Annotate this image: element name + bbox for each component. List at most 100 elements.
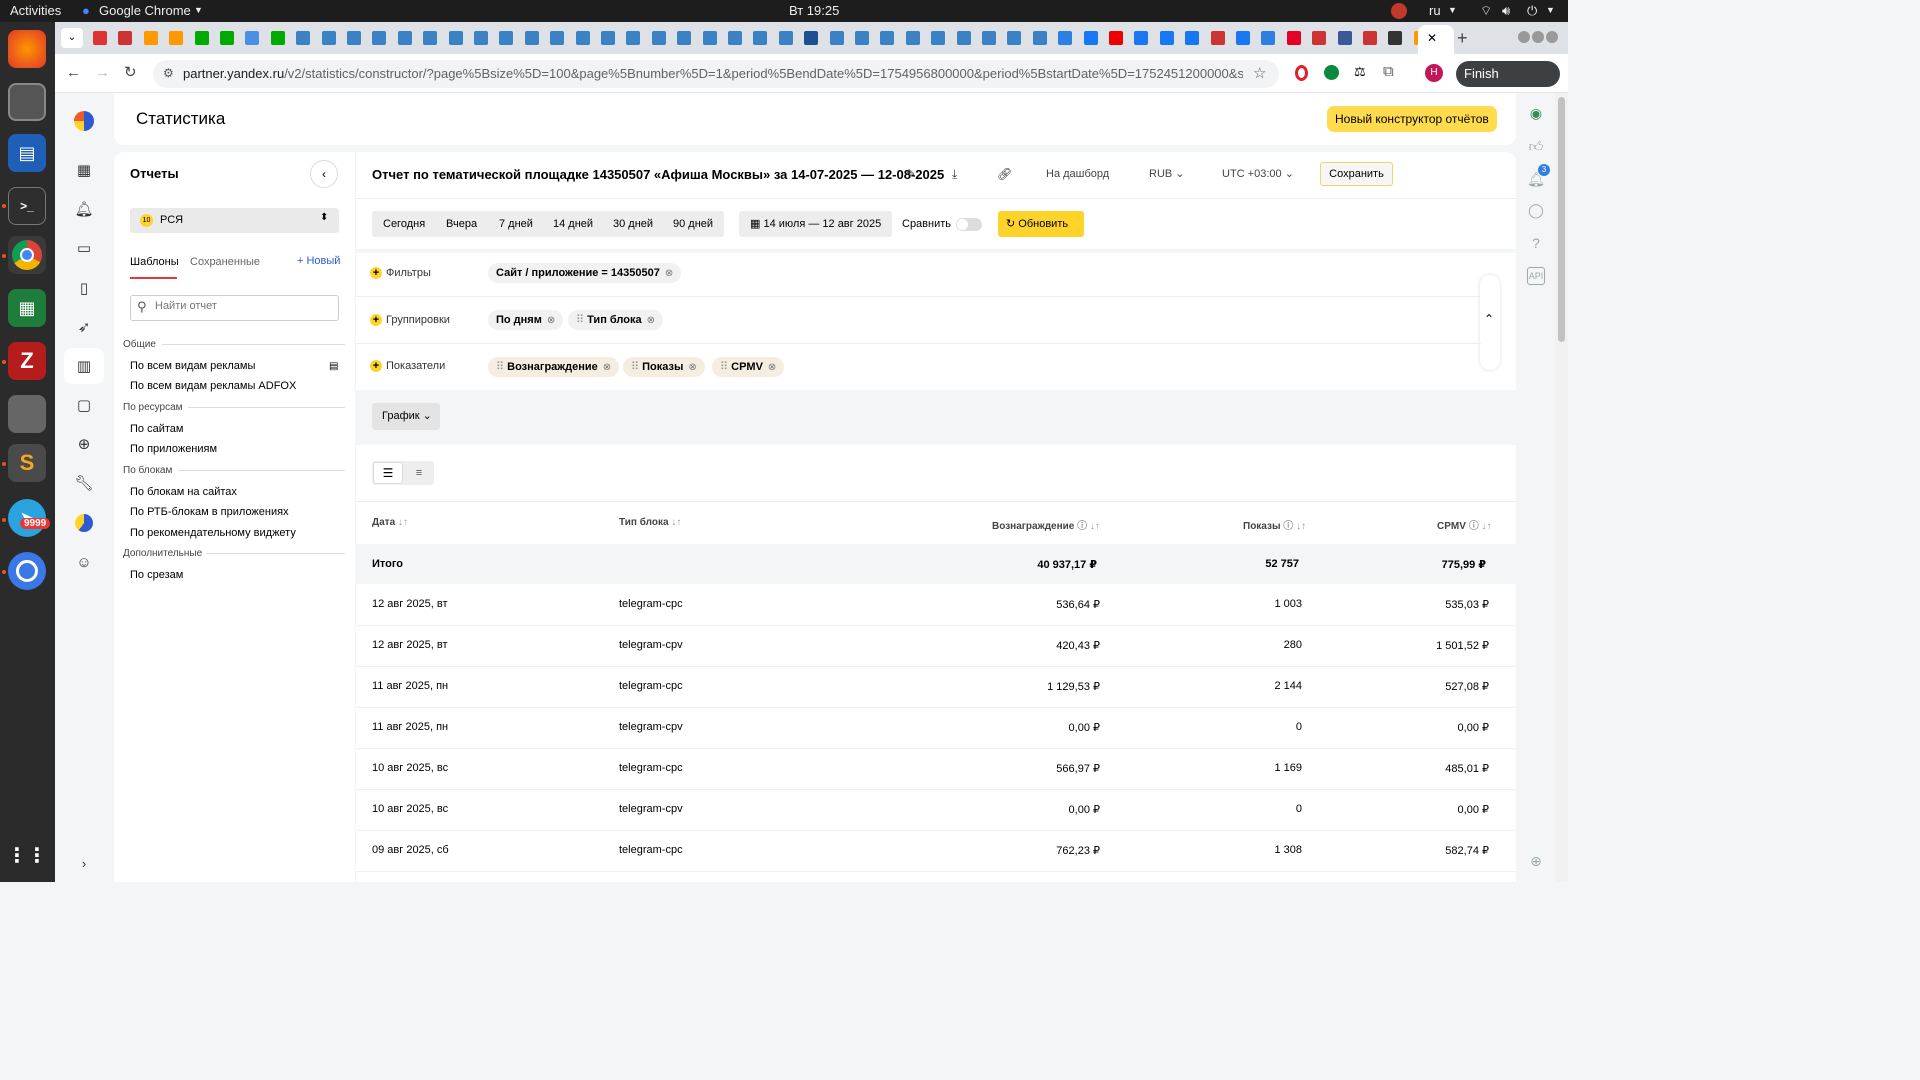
- report-slices[interactable]: По срезам: [130, 569, 183, 581]
- period-14days[interactable]: 14 дней: [542, 211, 605, 237]
- tab-saved[interactable]: Сохраненные: [190, 256, 260, 268]
- help-icon[interactable]: ⓘ: [1077, 521, 1087, 532]
- power-icon[interactable]: ⏻: [1527, 3, 1537, 19]
- edit-icon[interactable]: ✎: [906, 167, 916, 181]
- currency-select[interactable]: RUB ⌄: [1149, 167, 1185, 180]
- globe-icon[interactable]: ⊕: [1527, 852, 1545, 870]
- tab-favicon-icon[interactable]: [474, 31, 488, 45]
- ext-icon[interactable]: ⚖: [1354, 64, 1366, 80]
- grouping-chip-blocktype[interactable]: ⠿ Тип блока ⊗: [568, 310, 663, 330]
- new-constructor-button[interactable]: Новый конструктор отчётов: [1327, 106, 1497, 132]
- scrollbar[interactable]: [1555, 93, 1568, 882]
- chromium-icon[interactable]: [8, 552, 46, 590]
- drag-handle-icon[interactable]: ⠿: [631, 361, 639, 373]
- product-select[interactable]: 10 РСЯ ⬍: [130, 208, 339, 233]
- to-dashboard-button[interactable]: На дашборд: [1046, 168, 1109, 180]
- monitor-icon[interactable]: ▭: [73, 237, 95, 259]
- tab-favicon-icon[interactable]: [1286, 31, 1301, 45]
- period-7days[interactable]: 7 дней: [488, 211, 544, 237]
- tab-favicon-icon[interactable]: [956, 31, 971, 45]
- clock[interactable]: Вт 19:25: [789, 3, 839, 18]
- report-by-apps[interactable]: По приложениям: [130, 443, 217, 455]
- tab-favicon-icon[interactable]: [931, 31, 946, 45]
- app-menu[interactable]: Google Chrome: [99, 3, 191, 18]
- bookmark-star-icon[interactable]: ☆: [1253, 64, 1266, 82]
- filter-chip[interactable]: Сайт / приложение = 14350507 ⊗: [488, 263, 682, 283]
- new-report-link[interactable]: + Новый: [297, 255, 340, 267]
- help-icon[interactable]: ⓘ: [1469, 521, 1479, 532]
- remove-icon[interactable]: ⊗: [547, 311, 555, 331]
- tab-favicon-icon[interactable]: [829, 31, 844, 45]
- tab-favicon-icon[interactable]: [1109, 31, 1123, 45]
- drag-handle-icon[interactable]: ⠿: [720, 361, 728, 373]
- tab-favicon-icon[interactable]: [372, 31, 387, 45]
- tab-favicon-icon[interactable]: [1236, 31, 1250, 45]
- remove-icon[interactable]: ⊗: [768, 358, 776, 378]
- tab-favicon-icon[interactable]: [1159, 31, 1174, 45]
- link-icon[interactable]: 🔗︎: [997, 167, 1012, 181]
- app-grid-icon[interactable]: ⋮⋮: [7, 836, 47, 874]
- add-metric-icon[interactable]: +: [370, 360, 382, 372]
- tab-search-icon[interactable]: ⌄: [61, 28, 83, 48]
- report-by-sites[interactable]: По сайтам: [130, 423, 183, 435]
- tab-favicon-icon[interactable]: [677, 31, 692, 45]
- forward-icon[interactable]: →: [95, 64, 110, 81]
- grouping-chip-days[interactable]: По дням ⊗: [488, 310, 564, 331]
- period-yesterday[interactable]: Вчера: [435, 211, 489, 237]
- tab-favicon-icon[interactable]: [524, 31, 539, 45]
- metric-chip-shows[interactable]: ⠿ Показы ⊗: [623, 357, 705, 377]
- refresh-button[interactable]: ↻ Обновить: [998, 211, 1084, 237]
- tab-favicon-icon[interactable]: [626, 31, 641, 45]
- yandex-logo-icon[interactable]: [74, 111, 94, 131]
- remove-icon[interactable]: ⊗: [603, 358, 611, 378]
- add-filter-icon[interactable]: +: [370, 267, 382, 279]
- tab-favicon-icon[interactable]: [448, 31, 463, 45]
- tab-favicon-icon[interactable]: [651, 31, 666, 45]
- timezone-select[interactable]: UTC +03:00 ⌄: [1222, 167, 1294, 180]
- remove-icon[interactable]: ⊗: [688, 358, 696, 378]
- compare-toggle[interactable]: [956, 218, 982, 231]
- tab-favicon-icon[interactable]: [1058, 31, 1073, 45]
- window-close-icon[interactable]: [1546, 31, 1558, 43]
- tab-favicon-icon[interactable]: [93, 31, 107, 45]
- thumbs-up-icon[interactable]: 👍︎: [1527, 137, 1545, 155]
- tab-favicon-icon[interactable]: [270, 31, 285, 45]
- chat-icon[interactable]: ◯: [1527, 201, 1545, 219]
- tab-favicon-icon[interactable]: [753, 31, 768, 45]
- graph-toggle-button[interactable]: График ⌄: [372, 403, 440, 430]
- tab-favicon-icon[interactable]: [1388, 31, 1403, 45]
- bell-icon[interactable]: 🔔︎: [73, 198, 95, 220]
- minimize-icon[interactable]: [1518, 31, 1530, 43]
- reload-icon[interactable]: ↻: [124, 63, 137, 81]
- activities-button[interactable]: Activities: [10, 3, 61, 18]
- tab-favicon-icon[interactable]: [169, 31, 184, 45]
- tab-favicon-icon[interactable]: [1312, 31, 1327, 45]
- tab-favicon-icon[interactable]: [550, 31, 565, 45]
- profile-avatar[interactable]: H: [1425, 64, 1443, 82]
- search-input[interactable]: [155, 300, 335, 312]
- tab-favicon-icon[interactable]: [702, 31, 717, 45]
- files-icon[interactable]: [8, 83, 46, 121]
- tab-favicon-icon[interactable]: [728, 31, 742, 45]
- firefox-icon[interactable]: [8, 30, 46, 68]
- tab-favicon-icon[interactable]: [220, 31, 234, 45]
- save-button[interactable]: Сохранить: [1320, 162, 1393, 186]
- document-icon[interactable]: ▢: [73, 394, 95, 416]
- remove-icon[interactable]: ⊗: [647, 311, 655, 331]
- writer-icon[interactable]: ▤: [8, 134, 46, 172]
- tab-favicon-icon[interactable]: [143, 31, 158, 45]
- site-info-icon[interactable]: ⚙: [163, 66, 174, 80]
- smile-icon[interactable]: ☺: [73, 551, 95, 573]
- alien-icon[interactable]: ◉: [1527, 104, 1545, 122]
- dashboard-icon[interactable]: ▦: [73, 159, 95, 181]
- opera-ext-icon[interactable]: [1295, 65, 1308, 81]
- help-circle-icon[interactable]: ?: [1527, 234, 1545, 252]
- tab-favicon-icon[interactable]: [1007, 31, 1022, 45]
- metric-chip-reward[interactable]: ⠿ Вознаграждение ⊗: [488, 357, 620, 378]
- tab-favicon-icon[interactable]: [601, 31, 615, 45]
- report-rtb-apps[interactable]: По РТБ-блокам в приложениях: [130, 506, 289, 518]
- keyboard-layout[interactable]: ru: [1429, 3, 1441, 18]
- tab-favicon-icon[interactable]: [245, 31, 260, 45]
- period-30days[interactable]: 30 дней: [602, 211, 665, 237]
- tab-favicon-icon[interactable]: [778, 31, 793, 45]
